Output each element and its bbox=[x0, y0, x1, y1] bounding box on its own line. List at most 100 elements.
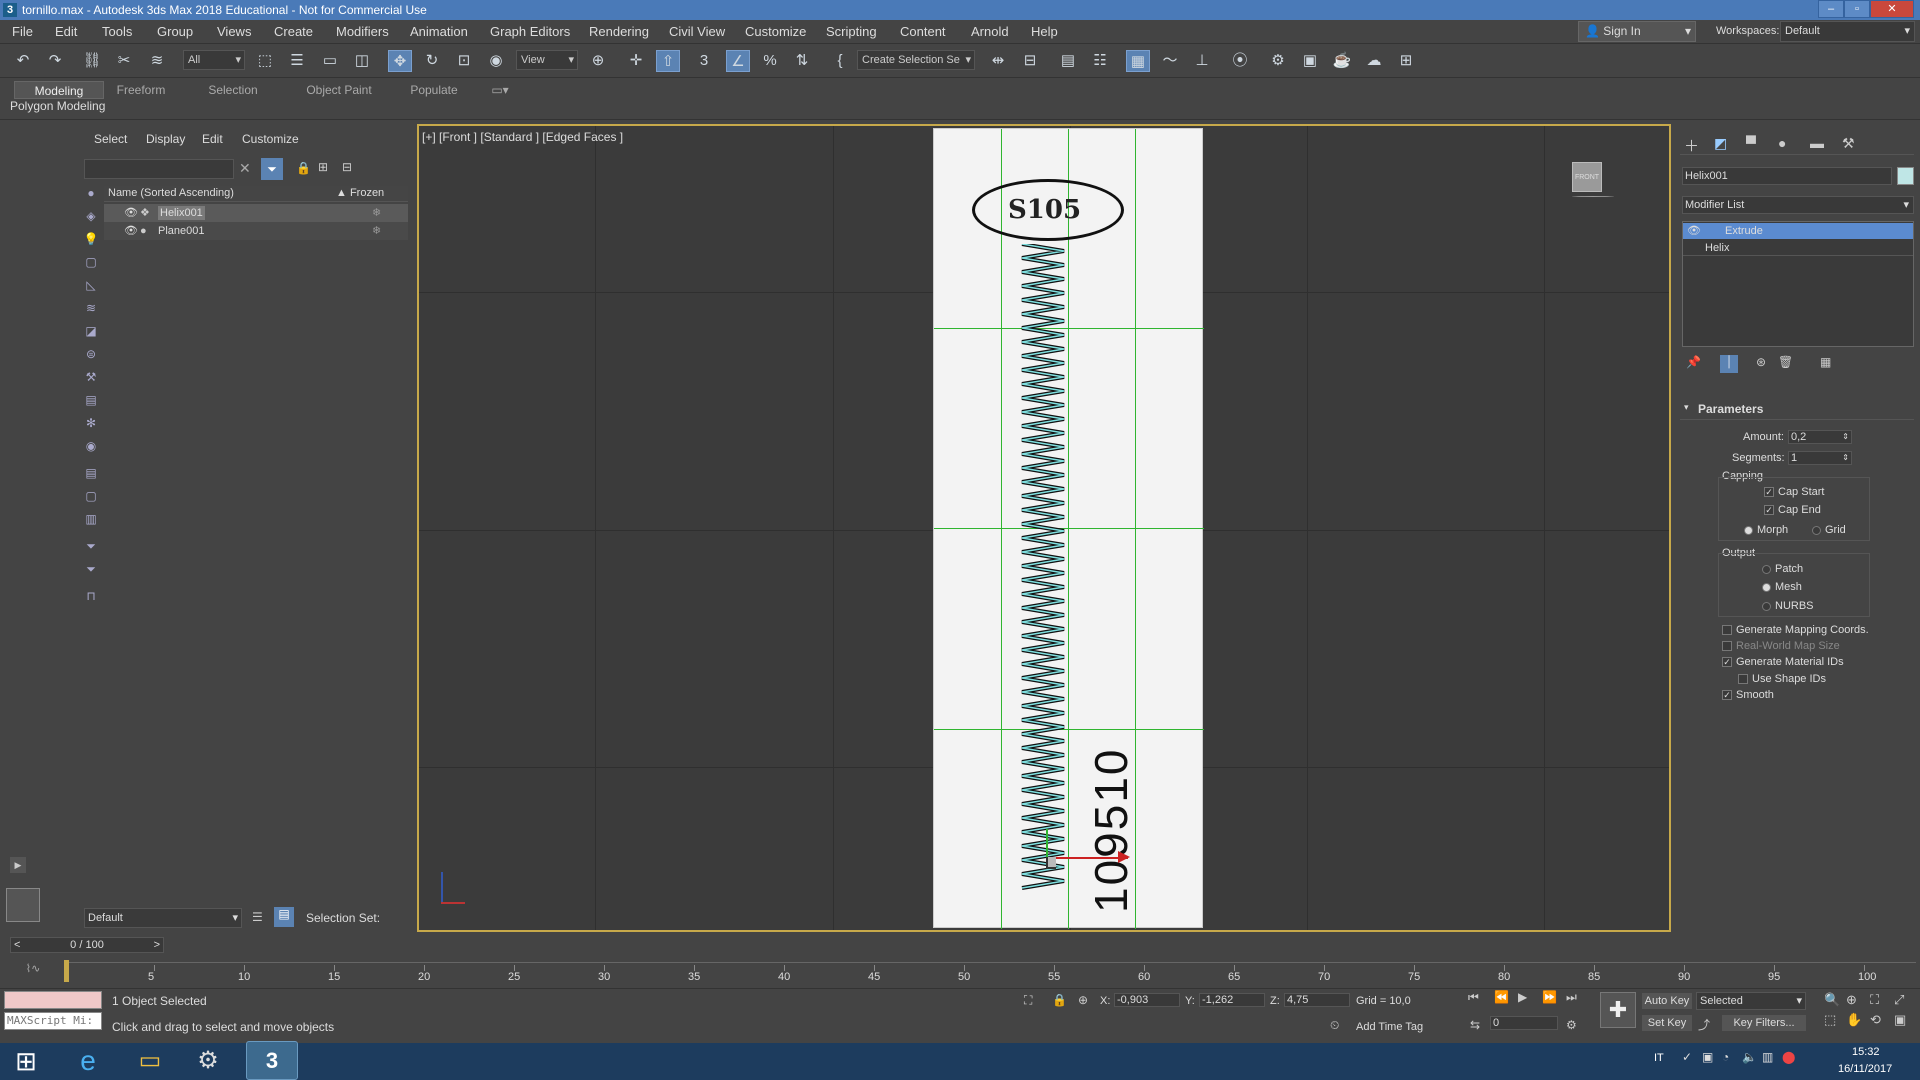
zoom-extents-icon[interactable]: ⛶ bbox=[1870, 992, 1879, 1008]
key-mode-toggle-icon[interactable]: ⇆ bbox=[1470, 1018, 1480, 1032]
rendered-frame-window-icon[interactable]: ▣ bbox=[1298, 50, 1322, 72]
ribbon-tab-modeling[interactable]: Modeling bbox=[14, 81, 104, 99]
plane001-object[interactable]: S105 109510 bbox=[933, 128, 1204, 929]
language-indicator[interactable]: IT bbox=[1654, 1052, 1664, 1064]
menu-edit[interactable]: Edit bbox=[55, 24, 77, 39]
ribbon-tab-freeform[interactable]: Freeform bbox=[104, 81, 178, 99]
object-name-field[interactable]: Helix001 bbox=[1682, 167, 1892, 185]
zoom-all-icon[interactable]: ⊕ bbox=[1846, 992, 1857, 1008]
wrench-icon[interactable]: ⚒ bbox=[82, 368, 100, 386]
curve-editor-icon[interactable]: 〜 bbox=[1158, 50, 1182, 72]
play-icon[interactable]: ▶ bbox=[10, 857, 26, 873]
snaps-toggle-icon[interactable]: 3 bbox=[692, 50, 716, 72]
layers-icon[interactable]: ☰ bbox=[252, 910, 263, 924]
x-coordinate-field[interactable]: -0,903 bbox=[1114, 993, 1180, 1007]
spinner-arrows-icon[interactable]: ⇕ bbox=[1842, 431, 1849, 443]
tray-app-icon[interactable]: ◔ bbox=[1722, 1050, 1729, 1064]
render-setup-icon[interactable]: ⚙ bbox=[1266, 50, 1290, 72]
select-scale-icon[interactable]: ⊡ bbox=[452, 50, 476, 72]
prev-key-icon[interactable]: ⏪ bbox=[1494, 990, 1509, 1004]
minimize-button[interactable]: – bbox=[1818, 0, 1844, 18]
menu-file[interactable]: File bbox=[12, 24, 33, 39]
start-button-icon[interactable]: ⊞ bbox=[4, 1043, 48, 1080]
mirror-icon[interactable]: ⇹ bbox=[986, 50, 1010, 72]
move-gizmo-x-axis[interactable] bbox=[1046, 857, 1128, 859]
layer-dropdown[interactable]: Default ▾ bbox=[84, 908, 242, 928]
parameters-rollout-header[interactable]: ▾ Parameters bbox=[1680, 402, 1914, 420]
manipulate-icon[interactable]: ✛ bbox=[624, 50, 648, 72]
viewport-label[interactable]: [+] [Front ] [Standard ] [Edged Faces ] bbox=[422, 130, 623, 144]
time-slider[interactable]: < 0 / 100 > bbox=[10, 937, 164, 953]
key-filters-button[interactable]: Key Filters... bbox=[1722, 1015, 1806, 1031]
create-tab-icon[interactable]: ＋ bbox=[1684, 135, 1699, 156]
select-rotate-icon[interactable]: ↻ bbox=[420, 50, 444, 72]
sign-in-dropdown[interactable]: 👤 Sign In ▾ bbox=[1578, 21, 1696, 42]
notification-icon[interactable]: ⬤ bbox=[1782, 1050, 1795, 1064]
display-tab-icon[interactable]: ▬ bbox=[1810, 135, 1824, 151]
grid-radio[interactable]: Grid bbox=[1812, 524, 1846, 536]
invert-display-icon[interactable]: ▥ bbox=[82, 510, 100, 528]
key-mode-dropdown[interactable]: Selected ▾ bbox=[1696, 992, 1806, 1010]
x-axis-arrow-icon[interactable] bbox=[1118, 851, 1130, 863]
use-shape-ids-checkbox[interactable]: Use Shape IDs bbox=[1738, 673, 1826, 685]
go-to-start-icon[interactable]: ⏮ bbox=[1468, 990, 1479, 1005]
display-none-list-icon[interactable]: ▢ bbox=[82, 487, 100, 505]
add-time-tag-button[interactable]: Add Time Tag bbox=[1356, 1021, 1423, 1033]
modify-tab-icon[interactable]: ◩ bbox=[1714, 135, 1727, 152]
segments-spinner[interactable]: 1 ⇕ bbox=[1788, 451, 1852, 465]
generate-material-ids-checkbox[interactable]: ✓ Generate Material IDs bbox=[1722, 656, 1844, 668]
absolute-mode-icon[interactable]: ⊕ bbox=[1078, 993, 1088, 1007]
cap-start-checkbox[interactable]: ✓ Cap Start bbox=[1764, 486, 1824, 498]
redo-icon[interactable]: ↷ bbox=[43, 50, 67, 72]
select-by-name-icon[interactable]: ☰ bbox=[285, 50, 309, 72]
display-none-icon[interactable]: ● bbox=[82, 184, 100, 202]
morph-radio[interactable]: Morph bbox=[1744, 524, 1788, 536]
menu-customize[interactable]: Customize bbox=[745, 24, 806, 39]
menu-arnold[interactable]: Arnold bbox=[971, 24, 1009, 39]
column-frozen-header[interactable]: ▲ Frozen bbox=[336, 187, 384, 199]
select-object-icon[interactable]: ⬚ bbox=[253, 50, 277, 72]
hierarchy-sort-icon[interactable]: ⊞ bbox=[318, 160, 328, 174]
render-in-cloud-icon[interactable]: ☁ bbox=[1362, 50, 1386, 72]
selection-filter-dropdown[interactable]: All ▾ bbox=[183, 50, 245, 70]
filter-icon[interactable]: ⏷ bbox=[82, 560, 100, 578]
patch-radio[interactable]: Patch bbox=[1762, 563, 1803, 575]
visibility-icon[interactable]: ◉ bbox=[82, 437, 100, 455]
xref-icon[interactable]: ✻ bbox=[82, 414, 100, 432]
explorer-menu-display[interactable]: Display bbox=[146, 132, 185, 146]
explorer-menu-edit[interactable]: Edit bbox=[202, 132, 223, 146]
nurbs-radio[interactable]: NURBS bbox=[1762, 600, 1814, 612]
rectangular-selection-icon[interactable]: ▭ bbox=[318, 50, 342, 72]
explorer-row[interactable]: 👁 ❖ Helix001 ❄ bbox=[104, 204, 408, 222]
menu-content[interactable]: Content bbox=[900, 24, 946, 39]
column-name-header[interactable]: Name (Sorted Ascending) bbox=[108, 187, 234, 199]
object-color-swatch[interactable] bbox=[1897, 167, 1914, 185]
maximize-button[interactable]: ▫ bbox=[1844, 0, 1870, 18]
set-key-big-icon[interactable]: ✚ bbox=[1600, 992, 1636, 1028]
auto-key-button[interactable]: Auto Key bbox=[1642, 993, 1692, 1009]
camera-icon[interactable]: ▢ bbox=[82, 253, 100, 271]
geometry-icon[interactable]: ◈ bbox=[82, 207, 100, 225]
configure-modifier-sets-icon[interactable]: ▦ bbox=[1820, 355, 1831, 369]
a360-gallery-icon[interactable]: ⊞ bbox=[1394, 50, 1418, 72]
filter-selected-icon[interactable]: ⏷ bbox=[82, 537, 100, 555]
modifier-list-dropdown[interactable]: Modifier List ▾ bbox=[1682, 196, 1914, 214]
smooth-checkbox[interactable]: ✓ Smooth bbox=[1722, 689, 1774, 701]
zoom-extents-all-icon[interactable]: ⤢ bbox=[1894, 992, 1904, 1008]
eye-icon[interactable]: 👁 bbox=[124, 204, 138, 222]
named-selection-icon[interactable]: { bbox=[828, 50, 852, 72]
group-icon[interactable]: ▤ bbox=[82, 391, 100, 409]
internet-explorer-icon[interactable]: e bbox=[62, 1041, 114, 1080]
application-icon[interactable]: ⚙ bbox=[182, 1041, 234, 1080]
ribbon-tab-selection[interactable]: Selection bbox=[196, 81, 270, 99]
frozen-icon[interactable]: ❄ bbox=[372, 204, 381, 222]
place-icon[interactable]: ◉ bbox=[484, 50, 508, 72]
eye-icon[interactable]: 👁 bbox=[124, 222, 138, 240]
file-explorer-icon[interactable]: ▭ bbox=[124, 1041, 176, 1080]
network-icon[interactable]: ▥ bbox=[1762, 1050, 1773, 1064]
menu-help[interactable]: Help bbox=[1031, 24, 1058, 39]
reference-coordinate-dropdown[interactable]: View ▾ bbox=[516, 50, 578, 70]
time-config-icon[interactable]: ⚙ bbox=[1566, 1018, 1577, 1032]
cap-end-checkbox[interactable]: ✓ Cap End bbox=[1764, 504, 1821, 516]
modifier-stack-item-extrude[interactable]: 👁 Extrude bbox=[1683, 223, 1913, 239]
